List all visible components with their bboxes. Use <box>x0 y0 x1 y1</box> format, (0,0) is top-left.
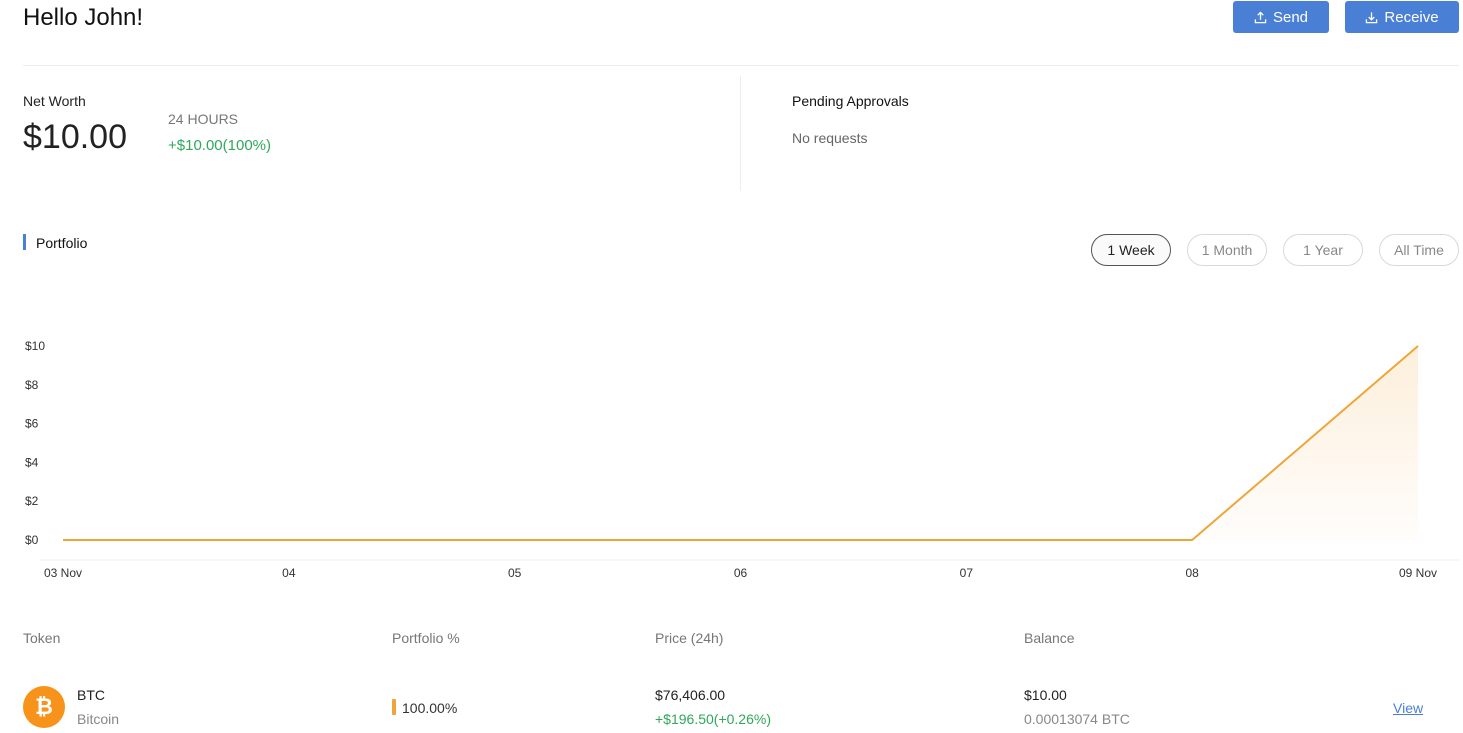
portfolio-chart: $0 $2 $4 $6 $8 $10 03 Nov 04 05 06 07 08 09 Nov <box>25 339 1460 580</box>
range-tab-all-time[interactable]: All Time <box>1379 234 1459 266</box>
page-header: Hello John! Send Receive <box>23 0 1459 66</box>
y-tick-label: $10 <box>25 339 45 353</box>
pending-approvals-title: Pending Approvals <box>792 93 909 109</box>
period-label: 24 HOURS <box>168 111 239 127</box>
summary-panel: Net Worth $10.00 24 HOURS +$10.00(100%) … <box>23 76 1459 191</box>
x-tick-label: 08 <box>1185 566 1199 580</box>
pending-approvals-empty: No requests <box>792 130 868 146</box>
x-tick-label: 07 <box>960 566 974 580</box>
portfolio-pct: 100.00% <box>402 700 458 716</box>
column-header-portfolio: Portfolio % <box>392 630 460 646</box>
view-token-link[interactable]: View <box>1393 700 1423 716</box>
range-tab-1-month[interactable]: 1 Month <box>1187 234 1267 266</box>
x-tick-label: 03 Nov <box>44 566 82 580</box>
portfolio-pct-bar <box>392 699 396 715</box>
greeting-title: Hello John! <box>23 4 144 31</box>
chart-area-fill <box>63 346 1418 540</box>
period-change: +$10.00(100%) <box>168 137 271 154</box>
download-icon <box>1366 11 1378 23</box>
y-tick-label: $4 <box>25 455 39 469</box>
net-worth-label: Net Worth <box>23 93 86 109</box>
balance-coin: 0.00013074 BTC <box>1024 711 1130 727</box>
token-name: Bitcoin <box>77 711 120 727</box>
token-symbol: BTC <box>77 687 105 703</box>
summary-divider <box>740 76 741 191</box>
send-button[interactable]: Send <box>1233 1 1329 33</box>
y-tick-label: $2 <box>25 494 39 508</box>
range-tab-1-year[interactable]: 1 Year <box>1283 234 1363 266</box>
x-tick-label: 09 Nov <box>1399 566 1437 580</box>
column-header-price: Price (24h) <box>655 630 724 646</box>
bitcoin-icon: ₿ <box>23 686 65 728</box>
upload-icon <box>1254 10 1267 23</box>
column-header-balance: Balance <box>1024 630 1075 646</box>
token-price-change: +$196.50(+0.26%) <box>655 711 771 727</box>
y-tick-label: $0 <box>25 533 39 547</box>
net-worth-value: $10.00 <box>23 118 127 156</box>
y-tick-label: $6 <box>25 417 39 431</box>
range-tab-1-week[interactable]: 1 Week <box>1091 234 1171 266</box>
send-button-label: Send <box>1272 8 1309 26</box>
x-tick-label: 06 <box>734 566 748 580</box>
x-tick-label: 05 <box>508 566 522 580</box>
chart-series-line <box>63 345 1419 541</box>
token-price: $76,406.00 <box>655 687 726 703</box>
x-tick-label: 04 <box>282 566 296 580</box>
balance-usd: $10.00 <box>1024 687 1067 703</box>
column-header-token: Token <box>23 630 61 646</box>
receive-button-label: Receive <box>1384 8 1439 26</box>
receive-button[interactable]: Receive <box>1345 1 1459 33</box>
table-row[interactable]: ₿ BTC Bitcoin 100.00% $76,406.00 +$196.5… <box>23 680 1459 733</box>
y-tick-label: $8 <box>25 378 39 392</box>
portfolio-title: Portfolio <box>23 234 87 251</box>
